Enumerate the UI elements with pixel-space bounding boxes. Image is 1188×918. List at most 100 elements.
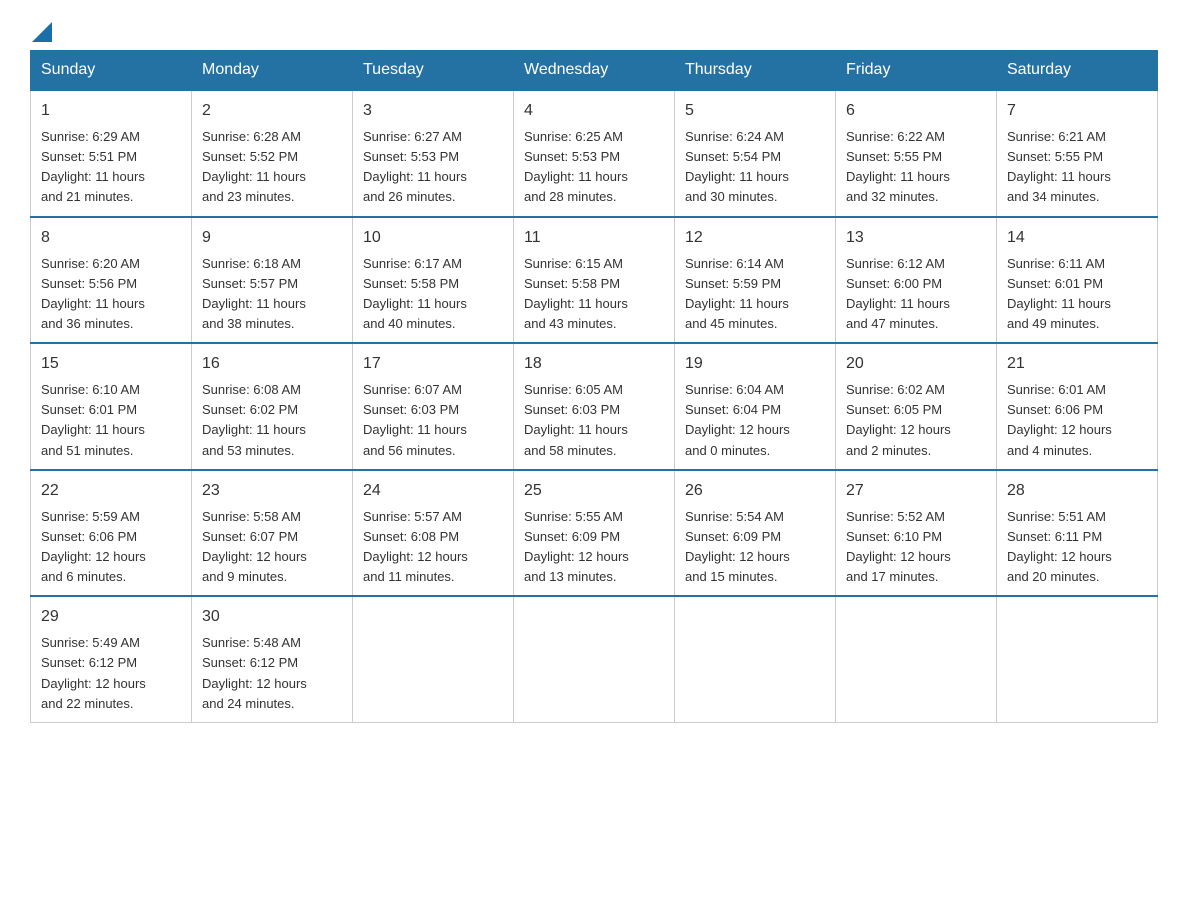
- day-number: 11: [524, 226, 664, 250]
- calendar-day-cell: 30 Sunrise: 5:48 AMSunset: 6:12 PMDaylig…: [192, 596, 353, 722]
- day-number: 2: [202, 99, 342, 123]
- day-number: 29: [41, 605, 181, 629]
- day-number: 24: [363, 479, 503, 503]
- day-number: 10: [363, 226, 503, 250]
- calendar-day-cell: 28 Sunrise: 5:51 AMSunset: 6:11 PMDaylig…: [997, 470, 1158, 597]
- calendar-week-row: 1 Sunrise: 6:29 AMSunset: 5:51 PMDayligh…: [31, 90, 1158, 217]
- calendar-day-cell: 18 Sunrise: 6:05 AMSunset: 6:03 PMDaylig…: [514, 343, 675, 470]
- logo: [30, 20, 52, 40]
- weekday-header-saturday: Saturday: [997, 51, 1158, 91]
- page-header: [30, 20, 1158, 40]
- calendar-day-cell: 29 Sunrise: 5:49 AMSunset: 6:12 PMDaylig…: [31, 596, 192, 722]
- day-number: 27: [846, 479, 986, 503]
- calendar-day-cell: 5 Sunrise: 6:24 AMSunset: 5:54 PMDayligh…: [675, 90, 836, 217]
- calendar-day-cell: 27 Sunrise: 5:52 AMSunset: 6:10 PMDaylig…: [836, 470, 997, 597]
- day-number: 13: [846, 226, 986, 250]
- day-info: Sunrise: 6:29 AMSunset: 5:51 PMDaylight:…: [41, 129, 145, 204]
- calendar-day-cell: 7 Sunrise: 6:21 AMSunset: 5:55 PMDayligh…: [997, 90, 1158, 217]
- day-info: Sunrise: 6:12 AMSunset: 6:00 PMDaylight:…: [846, 256, 950, 331]
- weekday-header-thursday: Thursday: [675, 51, 836, 91]
- day-info: Sunrise: 5:55 AMSunset: 6:09 PMDaylight:…: [524, 509, 629, 584]
- calendar-day-cell: 15 Sunrise: 6:10 AMSunset: 6:01 PMDaylig…: [31, 343, 192, 470]
- day-number: 22: [41, 479, 181, 503]
- calendar-day-cell: 22 Sunrise: 5:59 AMSunset: 6:06 PMDaylig…: [31, 470, 192, 597]
- day-info: Sunrise: 6:07 AMSunset: 6:03 PMDaylight:…: [363, 382, 467, 457]
- weekday-header-friday: Friday: [836, 51, 997, 91]
- day-info: Sunrise: 6:11 AMSunset: 6:01 PMDaylight:…: [1007, 256, 1111, 331]
- day-info: Sunrise: 6:22 AMSunset: 5:55 PMDaylight:…: [846, 129, 950, 204]
- day-info: Sunrise: 6:10 AMSunset: 6:01 PMDaylight:…: [41, 382, 145, 457]
- day-number: 8: [41, 226, 181, 250]
- calendar-day-cell: [675, 596, 836, 722]
- day-info: Sunrise: 6:05 AMSunset: 6:03 PMDaylight:…: [524, 382, 628, 457]
- day-info: Sunrise: 6:24 AMSunset: 5:54 PMDaylight:…: [685, 129, 789, 204]
- weekday-header-row: SundayMondayTuesdayWednesdayThursdayFrid…: [31, 51, 1158, 91]
- day-number: 18: [524, 352, 664, 376]
- calendar-day-cell: [353, 596, 514, 722]
- day-info: Sunrise: 6:14 AMSunset: 5:59 PMDaylight:…: [685, 256, 789, 331]
- day-info: Sunrise: 6:02 AMSunset: 6:05 PMDaylight:…: [846, 382, 951, 457]
- day-number: 17: [363, 352, 503, 376]
- calendar-day-cell: 19 Sunrise: 6:04 AMSunset: 6:04 PMDaylig…: [675, 343, 836, 470]
- calendar-day-cell: 12 Sunrise: 6:14 AMSunset: 5:59 PMDaylig…: [675, 217, 836, 344]
- day-number: 14: [1007, 226, 1147, 250]
- day-info: Sunrise: 5:59 AMSunset: 6:06 PMDaylight:…: [41, 509, 146, 584]
- day-number: 25: [524, 479, 664, 503]
- calendar-day-cell: [836, 596, 997, 722]
- calendar-day-cell: [514, 596, 675, 722]
- calendar-day-cell: [997, 596, 1158, 722]
- day-number: 20: [846, 352, 986, 376]
- calendar-day-cell: 14 Sunrise: 6:11 AMSunset: 6:01 PMDaylig…: [997, 217, 1158, 344]
- calendar-day-cell: 11 Sunrise: 6:15 AMSunset: 5:58 PMDaylig…: [514, 217, 675, 344]
- day-number: 9: [202, 226, 342, 250]
- calendar-week-row: 22 Sunrise: 5:59 AMSunset: 6:06 PMDaylig…: [31, 470, 1158, 597]
- day-info: Sunrise: 6:15 AMSunset: 5:58 PMDaylight:…: [524, 256, 628, 331]
- day-number: 26: [685, 479, 825, 503]
- day-info: Sunrise: 6:17 AMSunset: 5:58 PMDaylight:…: [363, 256, 467, 331]
- calendar-week-row: 8 Sunrise: 6:20 AMSunset: 5:56 PMDayligh…: [31, 217, 1158, 344]
- day-number: 3: [363, 99, 503, 123]
- calendar-day-cell: 9 Sunrise: 6:18 AMSunset: 5:57 PMDayligh…: [192, 217, 353, 344]
- calendar-table: SundayMondayTuesdayWednesdayThursdayFrid…: [30, 50, 1158, 723]
- day-info: Sunrise: 5:58 AMSunset: 6:07 PMDaylight:…: [202, 509, 307, 584]
- calendar-week-row: 29 Sunrise: 5:49 AMSunset: 6:12 PMDaylig…: [31, 596, 1158, 722]
- day-number: 30: [202, 605, 342, 629]
- day-number: 1: [41, 99, 181, 123]
- day-number: 28: [1007, 479, 1147, 503]
- day-info: Sunrise: 6:20 AMSunset: 5:56 PMDaylight:…: [41, 256, 145, 331]
- day-info: Sunrise: 5:57 AMSunset: 6:08 PMDaylight:…: [363, 509, 468, 584]
- day-number: 12: [685, 226, 825, 250]
- calendar-day-cell: 10 Sunrise: 6:17 AMSunset: 5:58 PMDaylig…: [353, 217, 514, 344]
- day-number: 5: [685, 99, 825, 123]
- day-number: 15: [41, 352, 181, 376]
- calendar-day-cell: 17 Sunrise: 6:07 AMSunset: 6:03 PMDaylig…: [353, 343, 514, 470]
- calendar-day-cell: 20 Sunrise: 6:02 AMSunset: 6:05 PMDaylig…: [836, 343, 997, 470]
- day-number: 6: [846, 99, 986, 123]
- calendar-day-cell: 3 Sunrise: 6:27 AMSunset: 5:53 PMDayligh…: [353, 90, 514, 217]
- day-number: 21: [1007, 352, 1147, 376]
- calendar-day-cell: 1 Sunrise: 6:29 AMSunset: 5:51 PMDayligh…: [31, 90, 192, 217]
- day-info: Sunrise: 6:01 AMSunset: 6:06 PMDaylight:…: [1007, 382, 1112, 457]
- day-info: Sunrise: 5:49 AMSunset: 6:12 PMDaylight:…: [41, 635, 146, 710]
- weekday-header-sunday: Sunday: [31, 51, 192, 91]
- day-info: Sunrise: 5:48 AMSunset: 6:12 PMDaylight:…: [202, 635, 307, 710]
- day-number: 4: [524, 99, 664, 123]
- calendar-day-cell: 2 Sunrise: 6:28 AMSunset: 5:52 PMDayligh…: [192, 90, 353, 217]
- day-info: Sunrise: 6:18 AMSunset: 5:57 PMDaylight:…: [202, 256, 306, 331]
- calendar-day-cell: 25 Sunrise: 5:55 AMSunset: 6:09 PMDaylig…: [514, 470, 675, 597]
- calendar-day-cell: 16 Sunrise: 6:08 AMSunset: 6:02 PMDaylig…: [192, 343, 353, 470]
- day-info: Sunrise: 6:21 AMSunset: 5:55 PMDaylight:…: [1007, 129, 1111, 204]
- weekday-header-wednesday: Wednesday: [514, 51, 675, 91]
- calendar-day-cell: 21 Sunrise: 6:01 AMSunset: 6:06 PMDaylig…: [997, 343, 1158, 470]
- day-info: Sunrise: 5:54 AMSunset: 6:09 PMDaylight:…: [685, 509, 790, 584]
- day-number: 23: [202, 479, 342, 503]
- calendar-week-row: 15 Sunrise: 6:10 AMSunset: 6:01 PMDaylig…: [31, 343, 1158, 470]
- day-number: 19: [685, 352, 825, 376]
- day-info: Sunrise: 6:08 AMSunset: 6:02 PMDaylight:…: [202, 382, 306, 457]
- day-number: 16: [202, 352, 342, 376]
- calendar-day-cell: 23 Sunrise: 5:58 AMSunset: 6:07 PMDaylig…: [192, 470, 353, 597]
- day-info: Sunrise: 5:52 AMSunset: 6:10 PMDaylight:…: [846, 509, 951, 584]
- day-info: Sunrise: 6:28 AMSunset: 5:52 PMDaylight:…: [202, 129, 306, 204]
- day-info: Sunrise: 6:04 AMSunset: 6:04 PMDaylight:…: [685, 382, 790, 457]
- calendar-day-cell: 26 Sunrise: 5:54 AMSunset: 6:09 PMDaylig…: [675, 470, 836, 597]
